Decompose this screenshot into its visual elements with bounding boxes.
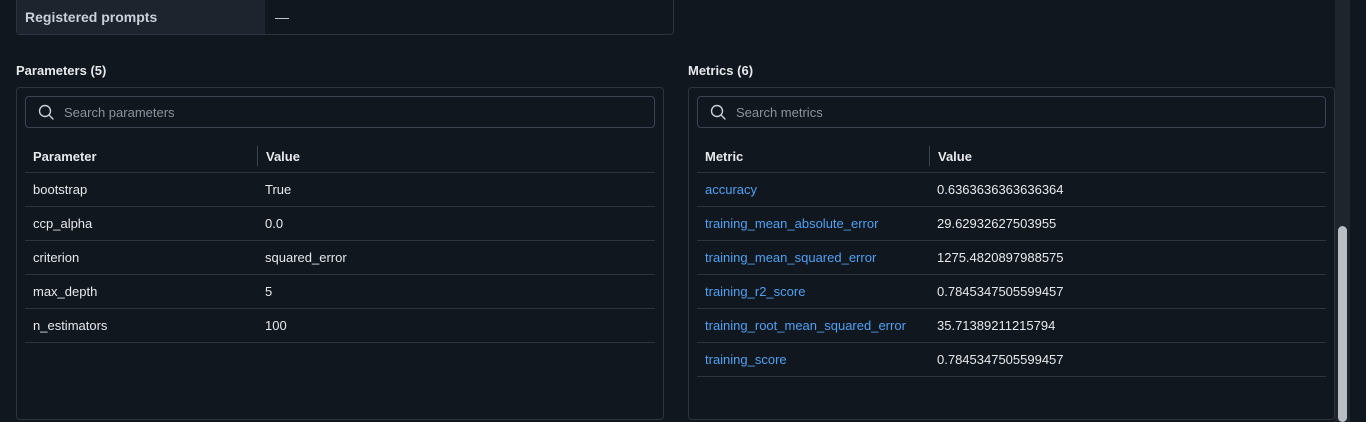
parameters-table: Parameter Value bootstrap True ccp_alpha… — [25, 140, 655, 343]
parameter-name: n_estimators — [33, 318, 108, 333]
metric-link[interactable]: training_mean_absolute_error — [705, 216, 878, 231]
table-row: training_score 0.7845347505599457 — [697, 343, 1326, 377]
parameter-value: 0.0 — [265, 216, 284, 231]
table-row: training_mean_absolute_error 29.62932627… — [697, 207, 1326, 241]
metrics-panel: Metric Value accuracy 0.6363636363636364… — [688, 87, 1335, 420]
parameters-title: Parameters (5) — [16, 63, 107, 78]
metric-link[interactable]: accuracy — [705, 182, 757, 197]
metrics-table: Metric Value accuracy 0.6363636363636364… — [697, 140, 1326, 377]
metric-link[interactable]: training_score — [705, 352, 787, 367]
column-header-value[interactable]: Value — [257, 146, 655, 166]
parameters-panel: Parameter Value bootstrap True ccp_alpha… — [16, 87, 664, 420]
parameter-name: ccp_alpha — [33, 216, 93, 231]
parameter-value: 5 — [265, 284, 273, 299]
parameter-value: True — [265, 182, 292, 197]
metric-value: 35.71389211215794 — [937, 318, 1056, 333]
parameter-name: criterion — [33, 250, 80, 265]
registered-prompts-value: — — [275, 9, 289, 25]
table-row: accuracy 0.6363636363636364 — [697, 173, 1326, 207]
column-header-parameter[interactable]: Parameter — [25, 149, 257, 164]
table-row: n_estimators 100 — [25, 309, 655, 343]
table-row: max_depth 5 — [25, 275, 655, 309]
table-row: bootstrap True — [25, 173, 655, 207]
registered-prompts-row: Registered prompts — — [16, 0, 674, 35]
column-header-metric[interactable]: Metric — [697, 149, 929, 164]
metric-link[interactable]: training_r2_score — [705, 284, 805, 299]
parameters-search[interactable] — [25, 96, 655, 128]
metric-value: 1275.4820897988575 — [937, 250, 1064, 265]
parameter-value: squared_error — [265, 250, 347, 265]
metric-value: 29.62932627503955 — [937, 216, 1057, 231]
metrics-search-input[interactable] — [734, 103, 1325, 121]
parameter-name: max_depth — [33, 284, 98, 299]
metric-link[interactable]: training_root_mean_squared_error — [705, 318, 906, 333]
metric-link[interactable]: training_mean_squared_error — [705, 250, 876, 265]
run-details-page: Registered prompts — Parameters (5) Para… — [0, 0, 1366, 422]
column-header-value[interactable]: Value — [929, 146, 1326, 166]
parameter-value: 100 — [265, 318, 287, 333]
parameters-search-input[interactable] — [62, 103, 654, 121]
metrics-table-header: Metric Value — [697, 140, 1326, 173]
table-row: training_r2_score 0.7845347505599457 — [697, 275, 1326, 309]
parameter-name: bootstrap — [33, 182, 88, 197]
registered-prompts-label: Registered prompts — [17, 0, 265, 34]
table-row: training_mean_squared_error 1275.4820897… — [697, 241, 1326, 275]
metrics-title: Metrics (6) — [688, 63, 754, 78]
table-row: training_root_mean_squared_error 35.7138… — [697, 309, 1326, 343]
scrollbar-thumb[interactable] — [1338, 226, 1347, 422]
metric-value: 0.7845347505599457 — [937, 352, 1064, 367]
table-row: ccp_alpha 0.0 — [25, 207, 655, 241]
metric-value: 0.7845347505599457 — [937, 284, 1064, 299]
metrics-search[interactable] — [697, 96, 1326, 128]
search-icon — [710, 104, 726, 120]
search-icon — [38, 104, 54, 120]
table-row: criterion squared_error — [25, 241, 655, 275]
metric-value: 0.6363636363636364 — [937, 182, 1064, 197]
parameters-table-header: Parameter Value — [25, 140, 655, 173]
page-scrollbar[interactable] — [1335, 0, 1350, 422]
